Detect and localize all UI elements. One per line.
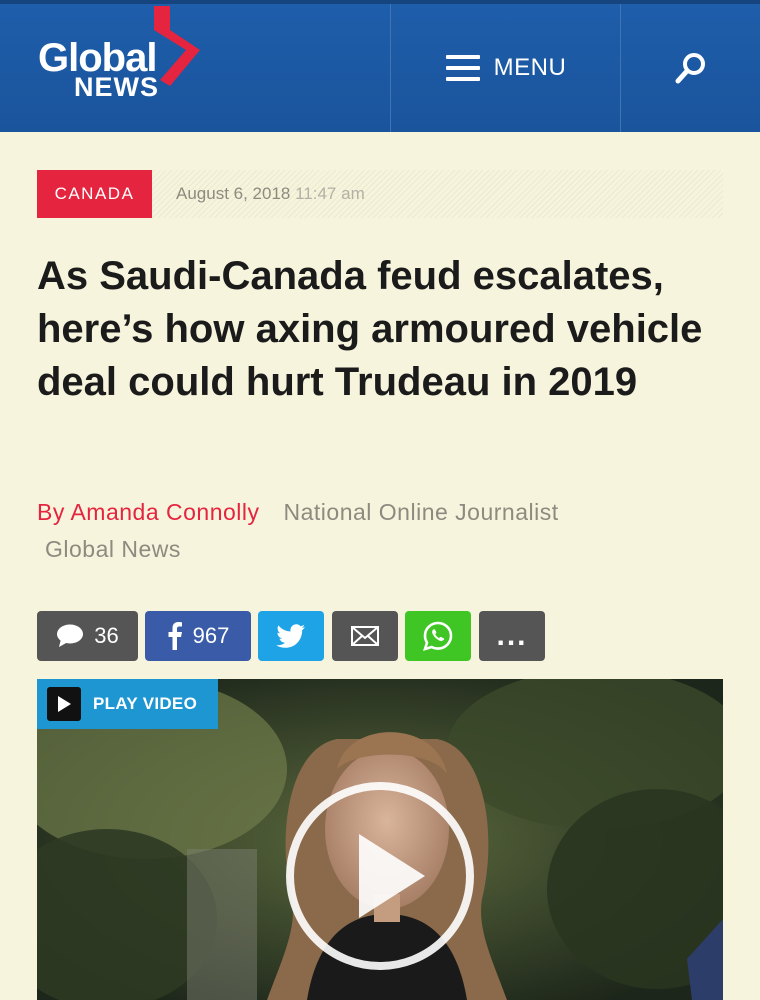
article-headline: As Saudi-Canada feud escalates, here’s h…	[37, 254, 703, 404]
site-header: Global NEWS MENU	[0, 0, 760, 132]
logo-news-text: NEWS	[74, 72, 159, 102]
author-link[interactable]: By Amanda Connolly	[37, 499, 260, 525]
facebook-share-button[interactable]: 967	[145, 611, 251, 661]
email-share-button[interactable]	[332, 611, 398, 661]
video-player[interactable]: PLAY VIDEO	[37, 679, 723, 1000]
comment-bubble-icon	[57, 624, 84, 647]
play-circle-icon[interactable]	[283, 779, 477, 973]
twitter-share-button[interactable]	[258, 611, 324, 661]
hamburger-icon	[445, 55, 480, 81]
more-dots-icon: ...	[496, 619, 528, 652]
play-video-badge[interactable]: PLAY VIDEO	[37, 679, 218, 729]
play-video-label: PLAY VIDEO	[93, 694, 198, 713]
author-role: National Online Journalist	[283, 499, 559, 525]
article-meta-row: CANADA August 6, 2018 11:47 am	[37, 170, 723, 218]
comments-count: 36	[94, 623, 119, 648]
menu-label: MENU	[493, 54, 567, 81]
byline: By Amanda Connolly National Online Journa…	[37, 494, 727, 562]
publish-time: 11:47 am	[295, 184, 365, 203]
logo-chevron-icon	[154, 6, 200, 86]
envelope-icon	[351, 626, 379, 646]
global-news-logo[interactable]: Global NEWS	[36, 6, 216, 116]
header-divider	[390, 4, 391, 132]
facebook-count: 967	[192, 623, 230, 648]
comments-button[interactable]: 36	[37, 611, 138, 661]
publish-date: August 6, 2018 11:47 am	[176, 184, 365, 204]
whatsapp-share-button[interactable]	[405, 611, 471, 661]
search-icon	[675, 53, 705, 84]
more-share-button[interactable]: ...	[479, 611, 545, 661]
twitter-bird-icon	[276, 624, 305, 648]
whatsapp-icon	[423, 621, 453, 651]
search-button[interactable]	[621, 4, 760, 132]
publish-date-day: August 6, 2018	[176, 184, 291, 203]
category-badge[interactable]: CANADA	[37, 170, 152, 218]
facebook-icon	[168, 622, 182, 650]
play-icon	[47, 687, 81, 721]
menu-button[interactable]: MENU	[392, 4, 620, 132]
author-org: Global News	[45, 536, 181, 562]
